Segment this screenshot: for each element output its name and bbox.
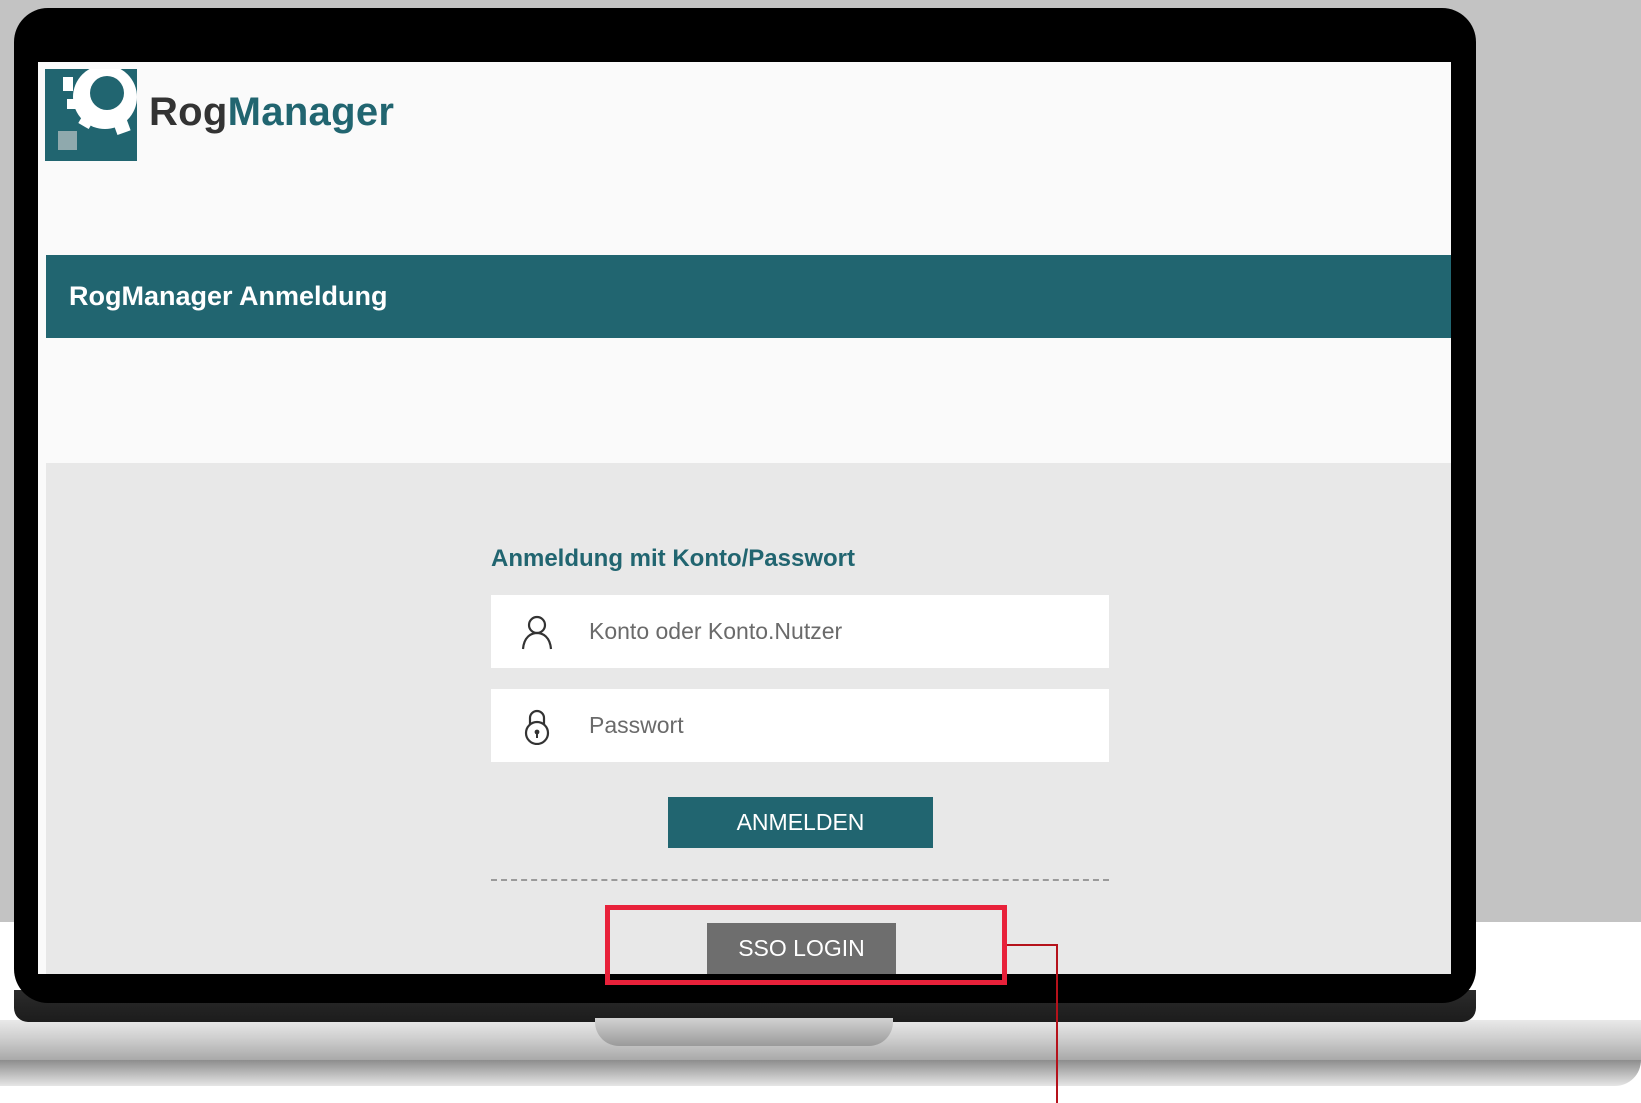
user-icon — [521, 615, 553, 650]
login-button[interactable]: ANMELDEN — [668, 797, 933, 848]
callout-line-vertical — [1056, 944, 1058, 1103]
gear-logo-icon — [45, 69, 137, 161]
login-panel: Anmeldung mit Konto/Passwort ANMELDEN — [46, 463, 1451, 974]
login-section-title: Anmeldung mit Konto/Passwort — [491, 545, 856, 572]
page-header-banner: RogManager Anmeldung — [46, 255, 1451, 338]
divider — [491, 879, 1109, 881]
username-field[interactable] — [491, 595, 1109, 668]
sso-highlight-box — [605, 905, 1007, 985]
brand-name: RogManager — [149, 90, 394, 135]
lock-icon — [524, 709, 550, 745]
brand-name-part2: Manager — [227, 90, 395, 134]
username-input[interactable] — [589, 595, 1089, 668]
password-input[interactable] — [589, 689, 1089, 762]
app-screen: RogManager RogManager Anmeldung Anmeldun… — [38, 62, 1451, 974]
callout-line — [1007, 944, 1057, 946]
password-field[interactable] — [491, 689, 1109, 762]
laptop-base-shadow — [0, 1060, 1641, 1086]
brand-name-part1: Rog — [149, 90, 228, 134]
laptop-notch — [595, 1018, 893, 1046]
page-title: RogManager Anmeldung — [69, 281, 388, 311]
laptop-bezel: RogManager RogManager Anmeldung Anmeldun… — [14, 8, 1476, 1003]
